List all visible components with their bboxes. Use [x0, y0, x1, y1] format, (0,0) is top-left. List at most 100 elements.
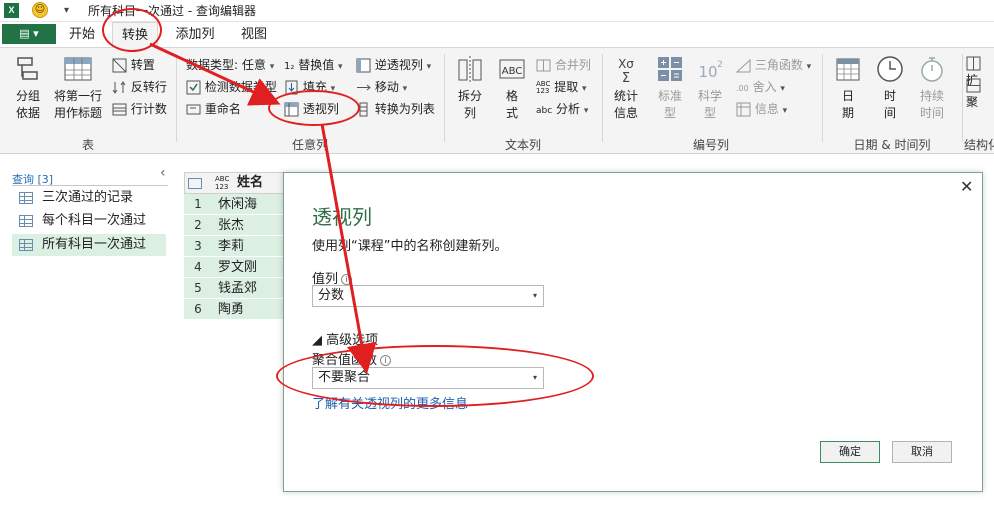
learn-more-link[interactable]: 了解有关透视列的更多信息 [312, 393, 468, 412]
calendar-icon [836, 58, 860, 81]
rounding-button[interactable]: .00 舍入 ▾ [736, 78, 785, 95]
format-label-1: 格 [505, 89, 518, 103]
replace-values-label: 替换值 [298, 58, 335, 72]
statistics-button[interactable]: Xσ Σ 统计 信息 [606, 54, 646, 121]
info-grid-icon [736, 102, 751, 117]
transpose-button[interactable]: 转置 [112, 56, 155, 73]
aggregate-icon [966, 78, 981, 93]
format-text-icon: ABC [499, 59, 525, 79]
group-separator [822, 54, 823, 142]
count-rows-icon [112, 103, 127, 116]
tab-home[interactable]: 开始 [62, 22, 102, 48]
window-title: 所有科目一次通过 - 查询编辑器 [88, 4, 256, 18]
svg-text:Σ: Σ [622, 71, 630, 84]
collapse-pane-icon[interactable]: ‹ [160, 165, 166, 181]
stopwatch-icon [921, 57, 943, 82]
move-button[interactable]: 移动 ▾ [356, 78, 407, 95]
first-row-header-button[interactable]: 将第一行 用作标题 [50, 54, 106, 121]
rounding-label: 舍入 [752, 80, 777, 94]
aggregate-button[interactable]: 聚 [966, 78, 994, 110]
query-item[interactable]: 每个科目一次通过 [12, 210, 166, 232]
information-button[interactable]: 信息 ▾ [736, 100, 787, 117]
statistics-label-2: 信息 [613, 106, 638, 120]
rename-button[interactable]: 重命名 [186, 100, 241, 117]
scientific-label-2: 型 [703, 106, 716, 120]
info-icon[interactable]: i [380, 355, 392, 366]
table-row[interactable]: 1 休闲海 [184, 194, 284, 215]
close-icon[interactable]: ✕ [960, 177, 973, 196]
group-by-label-1: 分组 [15, 89, 40, 103]
split-label-2: 列 [463, 106, 476, 120]
chevron-down-icon: ▾ [426, 62, 432, 72]
date-label-2: 期 [841, 106, 854, 120]
tab-transform[interactable]: 转换 [112, 22, 158, 49]
values-column-select[interactable]: 分数 ▾ [312, 285, 544, 307]
query-item-selected[interactable]: 所有科目一次通过 [12, 234, 166, 256]
row-number: 5 [194, 281, 202, 295]
ribbon-tabs: ▤ ▾ 开始 转换 添加列 视图 [0, 22, 994, 49]
to-list-button[interactable]: 转换为列表 [356, 100, 435, 117]
table-row[interactable]: 3 李莉 [184, 236, 284, 257]
parse-icon: abc [536, 106, 553, 116]
svg-text:10: 10 [698, 63, 717, 81]
merge-columns-button[interactable]: 合并列 [536, 56, 591, 73]
ok-button[interactable]: 确定 [820, 441, 880, 463]
date-button[interactable]: 日 期 [830, 54, 866, 121]
tab-add-column[interactable]: 添加列 [170, 22, 220, 48]
reverse-rows-button[interactable]: 反转行 [112, 78, 167, 95]
unpivot-button[interactable]: 逆透视列 ▾ [356, 56, 431, 73]
svg-text:ABC: ABC [502, 66, 523, 77]
group-separator [602, 54, 603, 142]
data-type-dropdown[interactable]: 数据类型: 任意 ▾ [186, 56, 274, 73]
advanced-options-toggle[interactable]: ◢ 高级选项 [312, 329, 378, 348]
smiley-feedback-icon[interactable]: ☺ [32, 2, 48, 18]
count-rows-button[interactable]: 行计数 [112, 100, 167, 117]
table-row[interactable]: 4 罗文刚 [184, 257, 284, 278]
split-column-button[interactable]: 拆分 列 [452, 54, 488, 121]
ribbon: 分组 依据 将第一行 用作标题 转置 反转行 行计数 表 数据类型: 任意 ▾ … [0, 48, 994, 154]
chevron-down-icon: ▾ [780, 84, 785, 94]
fill-button[interactable]: 填充 ▾ [284, 78, 335, 95]
query-item[interactable]: 三次通过的记录 [12, 187, 166, 209]
group-by-button[interactable]: 分组 依据 [8, 54, 48, 121]
tab-view[interactable]: 视图 [234, 22, 274, 48]
group-label-number-column: 编号列 [692, 138, 729, 152]
extract-button[interactable]: ABC 123 提取 ▾ [536, 78, 587, 95]
values-column-value: 分数 [318, 288, 345, 303]
rounding-icon: .00 [736, 84, 749, 93]
table-row[interactable]: 5 钱孟郊 [184, 278, 284, 299]
cell-value: 休闲海 [218, 197, 258, 212]
duration-button[interactable]: 持续 时间 [912, 54, 952, 121]
parse-button[interactable]: abc 分析 ▾ [536, 100, 588, 117]
split-label-1: 拆分 [457, 89, 482, 103]
file-menu-button[interactable]: ▤ ▾ [2, 24, 56, 44]
first-row-header-label-1: 将第一行 [53, 89, 102, 103]
table-row[interactable]: 2 张杰 [184, 215, 284, 236]
column-header-name[interactable]: 姓名 [237, 175, 263, 191]
unpivot-icon [356, 58, 371, 73]
query-item-label: 每个科目一次通过 [42, 213, 147, 228]
aggregate-function-select[interactable]: 不要聚合 ▾ [312, 367, 544, 389]
detect-type-button[interactable]: 检测数据类型 [186, 78, 277, 95]
pivot-column-button[interactable]: 透视列 [284, 100, 339, 117]
time-button[interactable]: 时 间 [872, 54, 908, 121]
table-row[interactable]: 6 陶勇 [184, 299, 284, 320]
group-label-datetime-column: 日期 & 时间列 [853, 138, 931, 152]
data-grid: ABC 123 姓名 1 休闲海 2 张杰 3 李莉 4 罗文刚 5 钱孟郊 6… [184, 172, 284, 322]
format-button[interactable]: ABC 格 式 [494, 54, 530, 121]
standard-button[interactable]: 标准 型 [652, 54, 688, 121]
expand-icon [966, 56, 981, 71]
to-list-label: 转换为列表 [374, 102, 435, 116]
merge-label: 合并列 [554, 58, 591, 72]
trig-button[interactable]: 三角函数 ▾ [736, 56, 811, 73]
grid-table-icon[interactable] [188, 178, 202, 189]
info-icon[interactable]: i [341, 274, 353, 285]
replace-values-button[interactable]: 1₂ 替换值 ▾ [284, 56, 343, 73]
cell-value: 钱孟郊 [218, 281, 258, 296]
type-badge-icon[interactable]: ABC 123 [215, 175, 229, 191]
group-label-any-column: 任意列 [291, 138, 328, 152]
scientific-button[interactable]: 10 2 科学 型 [692, 54, 728, 121]
cancel-button[interactable]: 取消 [892, 441, 952, 463]
reverse-rows-icon [112, 81, 126, 94]
quick-access-dropdown-icon[interactable]: ▾ [64, 0, 69, 22]
